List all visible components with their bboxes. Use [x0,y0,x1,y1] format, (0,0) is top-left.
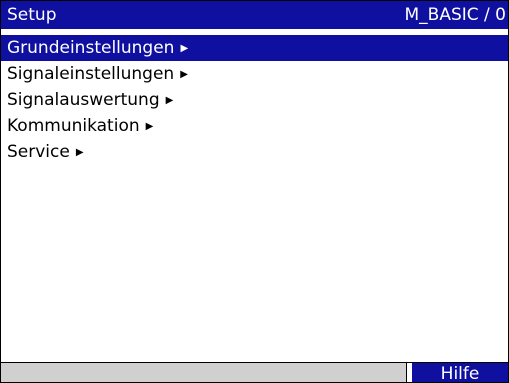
menu-item-label: Kommunikation [7,116,140,136]
menu-item-label: Service [7,142,70,162]
submenu-arrow-icon: ▶ [145,121,154,132]
menu-item-label: Signalauswertung [7,90,160,110]
status-bar: Hilfe [1,362,508,382]
device-screen: Setup M_BASIC / 0 Grundeinstellungen ▶ Si… [0,0,509,383]
submenu-arrow-icon: ▶ [180,69,188,80]
menu-item-signaleinstellungen[interactable]: Signaleinstellungen ▶ [1,61,508,87]
help-softkey-button[interactable]: Hilfe [412,363,508,382]
title-bar: Setup M_BASIC / 0 [1,1,508,29]
menu-item-label: Grundeinstellungen [7,38,175,58]
menu-code: M_BASIC / 0 [404,5,507,25]
submenu-arrow-icon: ▶ [180,43,189,54]
page-title: Setup [7,5,57,25]
menu-item-grundeinstellungen[interactable]: Grundeinstellungen ▶ [1,35,508,61]
submenu-arrow-icon: ▶ [165,95,174,106]
menu-item-label: Signaleinstellungen [7,64,175,84]
submenu-arrow-icon: ▶ [75,147,84,158]
menu-item-kommunikation[interactable]: Kommunikation ▶ [1,113,508,139]
menu-item-service[interactable]: Service ▶ [1,139,508,165]
status-field [1,363,407,382]
setup-menu: Grundeinstellungen ▶ Signaleinstellungen ▶… [1,35,508,165]
menu-item-signalauswertung[interactable]: Signalauswertung ▶ [1,87,508,113]
